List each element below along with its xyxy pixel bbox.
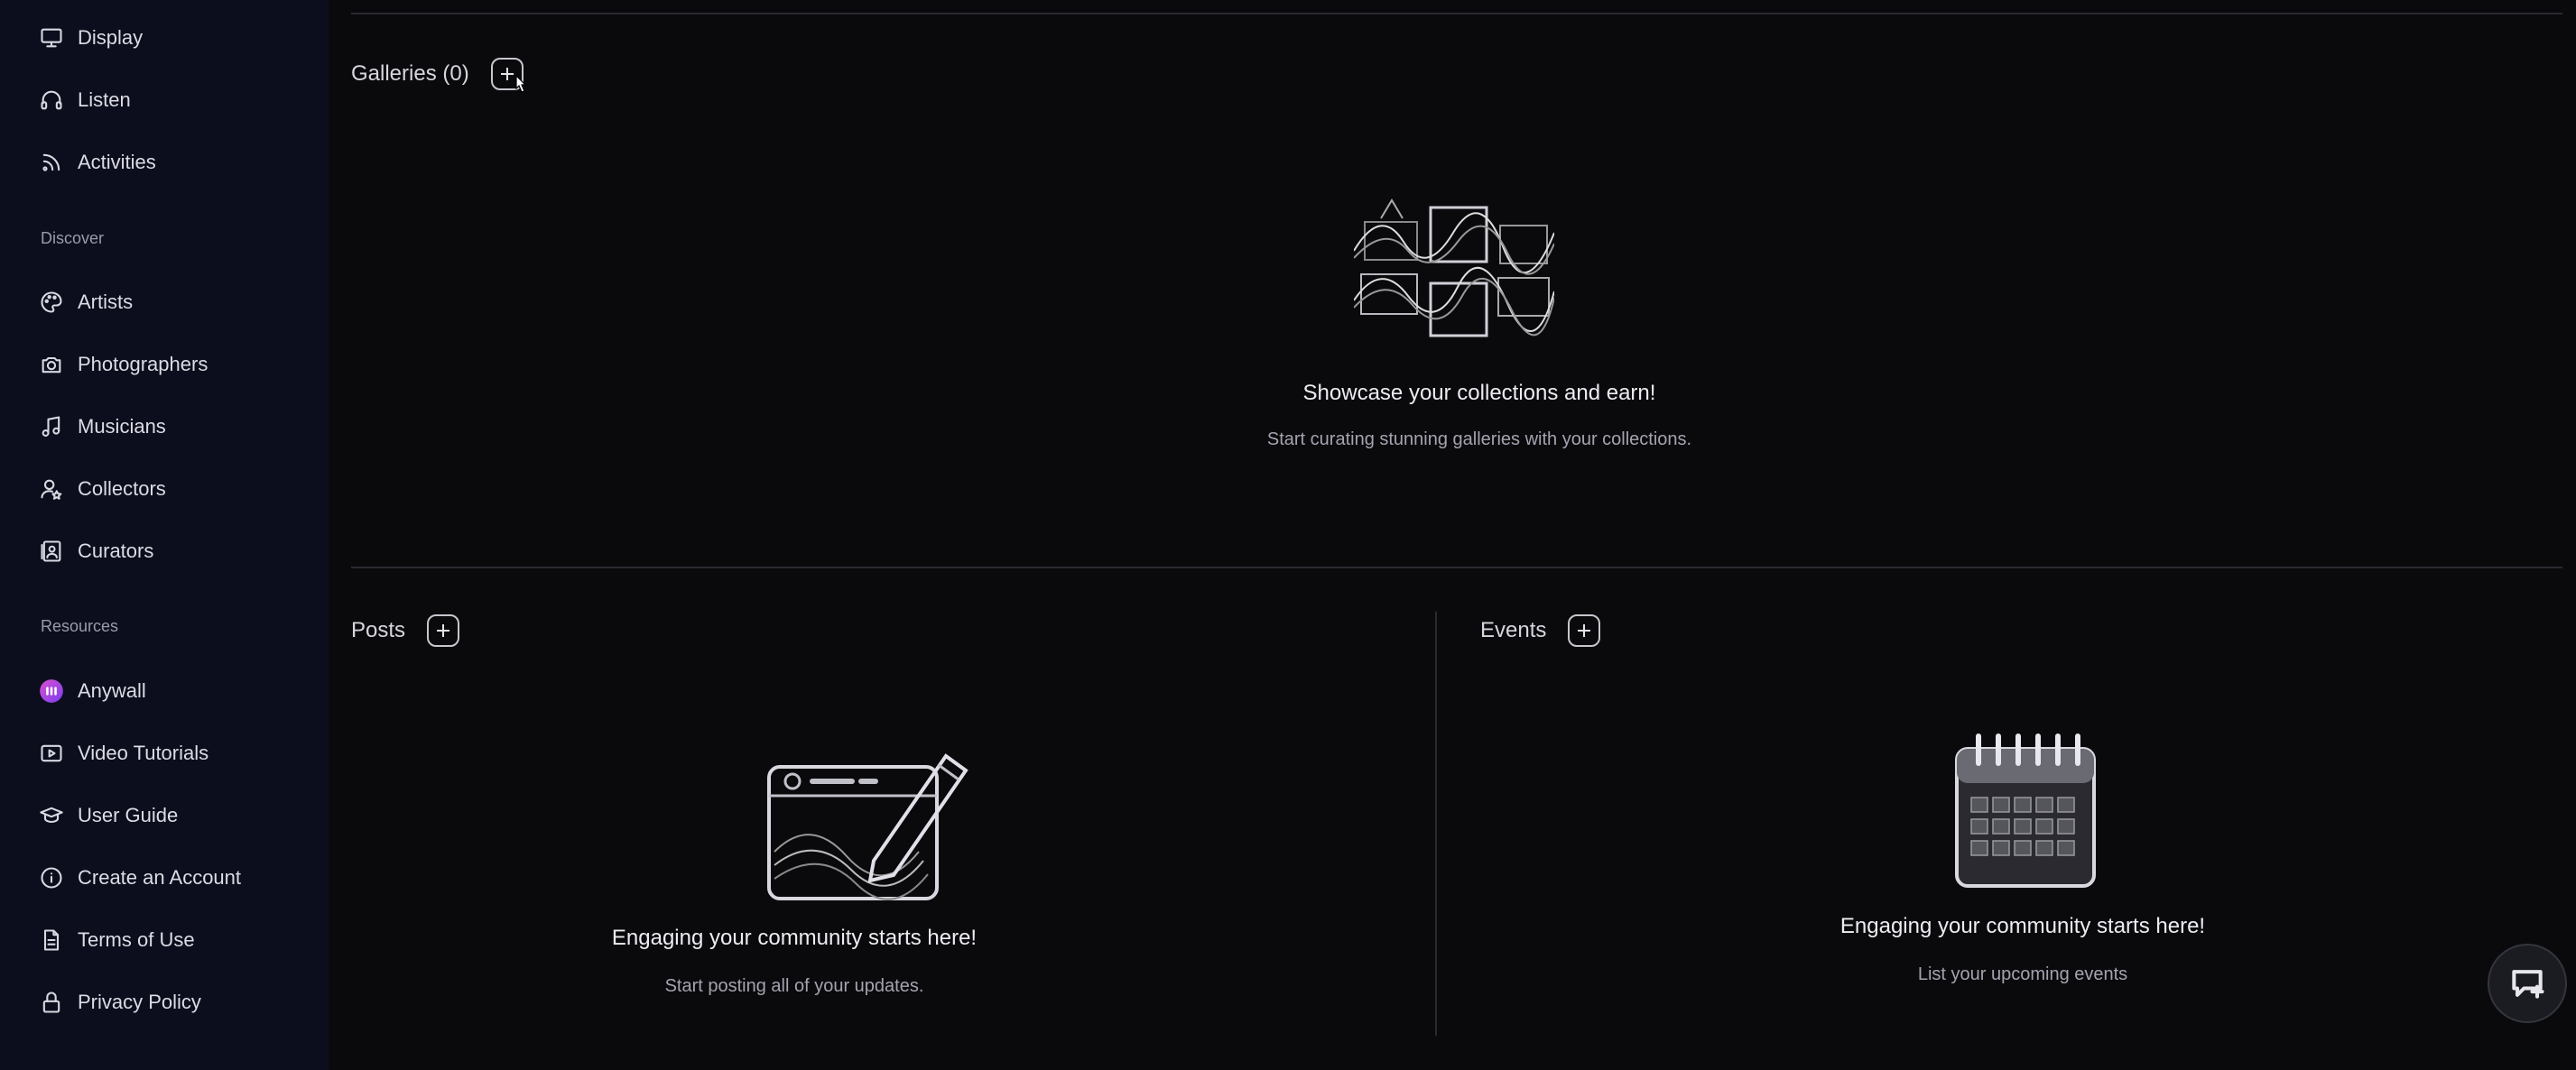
posts-header: Posts — [351, 614, 460, 647]
mouse-cursor-icon — [515, 74, 527, 93]
add-post-button[interactable] — [427, 614, 460, 647]
lock-icon — [38, 989, 65, 1016]
sidebar-item-musicians[interactable]: Musicians — [38, 404, 309, 449]
sidebar-item-label: Anywall — [78, 679, 146, 702]
sidebar-item-collectors[interactable]: Collectors — [38, 466, 309, 512]
divider — [351, 567, 2562, 568]
plus-icon — [1578, 624, 1591, 637]
sidebar-item-label: Display — [78, 26, 144, 49]
sidebar-item-label: Terms of Use — [78, 928, 195, 951]
events-title: Events — [1480, 618, 1547, 642]
sidebar-item-label: Listen — [78, 88, 131, 111]
sidebar-item-video-tutorials[interactable]: Video Tutorials — [38, 731, 309, 776]
sidebar-item-artists[interactable]: Artists — [38, 280, 309, 325]
sidebar-item-label: Musicians — [78, 415, 166, 438]
sidebar-item-label: Photographers — [78, 353, 208, 375]
events-empty-title: Engaging your community starts here! — [1839, 914, 2206, 938]
sidebar-item-label: Create an Account — [78, 866, 242, 889]
sidebar-item-display[interactable]: Display — [38, 15, 309, 60]
sidebar-item-label: User Guide — [78, 804, 179, 826]
sidebar-item-create-account[interactable]: Create an Account — [38, 855, 309, 900]
divider — [351, 13, 2562, 14]
sidebar: Display Listen Activities Discover Artis… — [0, 0, 329, 1070]
graduation-cap-icon — [38, 802, 65, 829]
sidebar-item-listen[interactable]: Listen — [38, 78, 309, 123]
posts-empty-subtitle: Start posting all of your updates. — [664, 976, 924, 996]
sidebar-item-curators[interactable]: Curators — [38, 529, 309, 574]
play-box-icon — [38, 740, 65, 767]
sidebar-item-label: Privacy Policy — [78, 991, 201, 1013]
posts-empty-title: Engaging your community starts here! — [611, 926, 978, 950]
events-calendar-illustration — [1953, 731, 2098, 890]
sidebar-item-label: Activities — [78, 151, 156, 173]
column-divider — [1435, 612, 1437, 1036]
sidebar-item-photographers[interactable]: Photographers — [38, 342, 309, 387]
chat-fab-button[interactable] — [2488, 944, 2567, 1023]
rss-icon — [38, 149, 65, 176]
plus-icon — [437, 624, 450, 637]
headphones-icon — [38, 87, 65, 114]
user-star-icon — [38, 475, 65, 503]
chat-plus-icon — [2512, 970, 2544, 999]
sidebar-item-activities[interactable]: Activities — [38, 140, 309, 185]
galleries-header: Galleries (0) — [351, 58, 524, 90]
sidebar-item-privacy-policy[interactable]: Privacy Policy — [38, 980, 309, 1025]
sidebar-item-anywall[interactable]: Anywall — [38, 669, 309, 714]
sidebar-item-user-guide[interactable]: User Guide — [38, 793, 309, 838]
sidebar-item-label: Artists — [78, 291, 134, 313]
document-icon — [38, 927, 65, 954]
palette-icon — [38, 289, 65, 316]
events-empty-state: Engaging your community starts here! Lis… — [1797, 914, 2248, 985]
galleries-title: Galleries (0) — [351, 61, 469, 86]
sidebar-section-discover: Discover — [41, 229, 105, 247]
anywall-logo-icon — [38, 678, 65, 705]
id-card-icon — [38, 538, 65, 565]
sidebar-item-terms-of-use[interactable]: Terms of Use — [38, 918, 309, 963]
posts-empty-state: Engaging your community starts here! Sta… — [569, 926, 1020, 997]
monitor-icon — [38, 24, 65, 51]
music-note-icon — [38, 413, 65, 440]
galleries-empty-subtitle: Start curating stunning galleries with y… — [1266, 429, 1692, 449]
galleries-empty-state: Showcase your collections and earn! Star… — [1254, 381, 1705, 450]
info-icon — [38, 864, 65, 891]
add-event-button[interactable] — [1568, 614, 1601, 647]
camera-icon — [38, 351, 65, 378]
posts-illustration — [765, 743, 973, 902]
main-content: Galleries (0) Showcase your collections … — [329, 0, 2576, 1070]
sidebar-section-resources: Resources — [41, 617, 119, 635]
posts-title: Posts — [351, 618, 406, 642]
galleries-empty-title: Showcase your collections and earn! — [1302, 381, 1656, 405]
sidebar-item-label: Video Tutorials — [78, 742, 209, 764]
sidebar-item-label: Curators — [78, 540, 154, 562]
galleries-illustration — [1353, 197, 1555, 341]
sidebar-item-label: Collectors — [78, 477, 166, 500]
events-empty-subtitle: List your upcoming events — [1917, 964, 2128, 984]
events-header: Events — [1480, 614, 1601, 647]
